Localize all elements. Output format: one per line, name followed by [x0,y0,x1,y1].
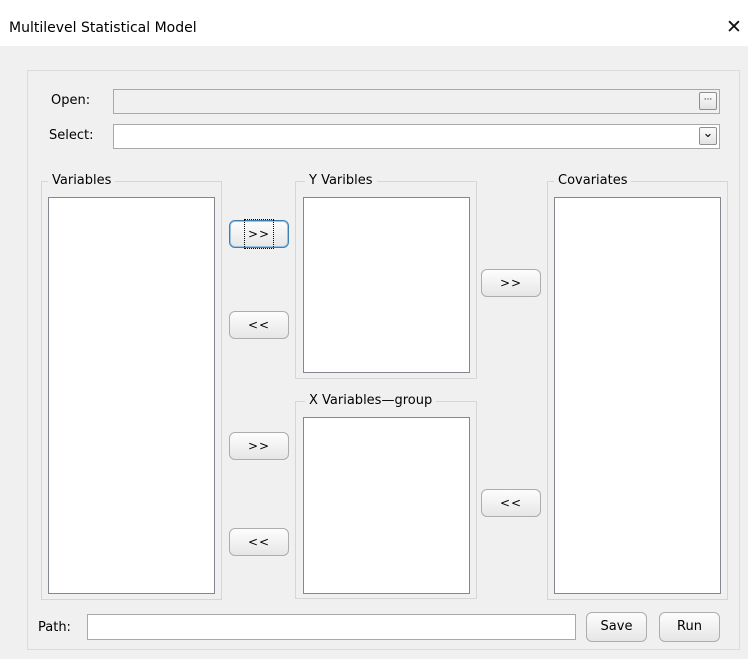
add-y-variable-button[interactable]: >> [229,219,289,249]
path-field[interactable] [87,614,576,640]
add-y-variable-label: >> [243,219,275,249]
dropdown-button[interactable]: ⌄ [699,127,717,145]
remove-y-variable-button[interactable]: << [229,311,289,339]
add-covariate-button[interactable]: >> [481,269,541,297]
browse-button[interactable]: ··· [699,92,717,110]
remove-x-variable-label: << [247,535,271,549]
remove-y-variable-label: << [247,318,271,332]
path-label: Path: [38,620,71,635]
ellipsis-icon: ··· [703,95,713,105]
open-path-field[interactable] [113,89,720,114]
y-variables-listbox[interactable] [303,197,470,373]
remove-covariate-button[interactable]: << [481,489,541,517]
variables-listbox[interactable] [48,197,215,594]
remove-x-variable-button[interactable]: << [229,528,289,556]
select-dropdown[interactable] [113,124,720,149]
add-x-variable-button[interactable]: >> [229,432,289,460]
save-button-label: Save [600,619,633,634]
close-icon[interactable]: ✕ [724,16,744,38]
save-button[interactable]: Save [586,612,647,642]
x-variables-listbox[interactable] [303,417,470,594]
y-variables-group-label: Y Varibles [305,173,377,188]
covariates-group-label: Covariates [554,173,632,188]
covariates-listbox[interactable] [554,197,721,594]
run-button[interactable]: Run [659,612,720,642]
variables-group-label: Variables [48,173,116,188]
chevron-down-icon: ⌄ [702,126,714,141]
x-variables-group-label: X Variables—group [305,393,437,408]
open-label: Open: [51,93,91,108]
add-covariate-label: >> [499,276,523,290]
run-button-label: Run [677,619,702,634]
add-x-variable-label: >> [247,439,271,453]
remove-covariate-label: << [499,496,523,510]
window-title: Multilevel Statistical Model [9,20,197,36]
select-label: Select: [49,128,94,143]
